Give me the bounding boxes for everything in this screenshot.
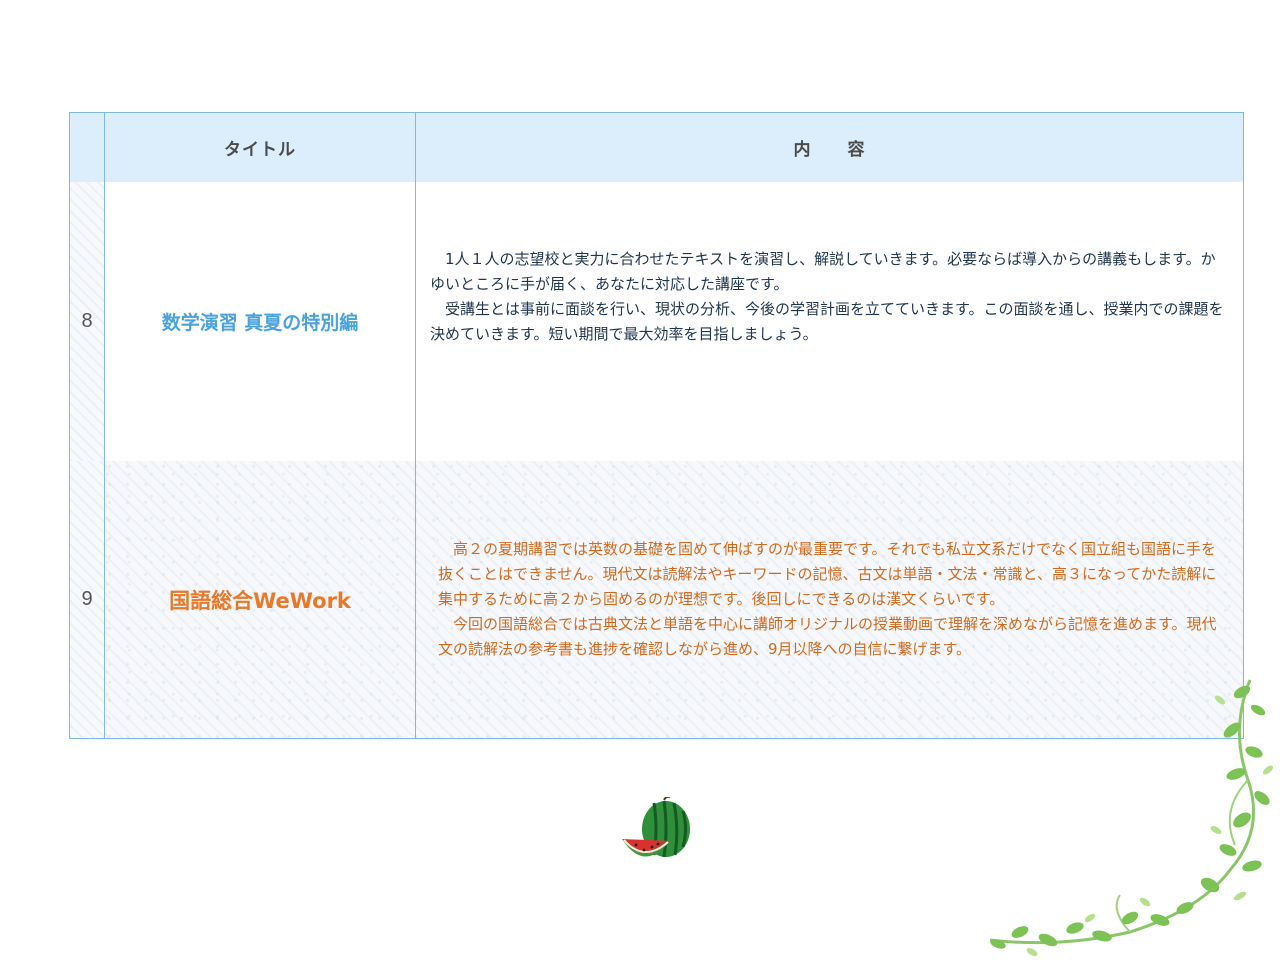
course-description: 高２の夏期講習では英数の基礎を固めて伸ばすのが最重要です。それでも私立文系だけで… [416, 537, 1243, 662]
row-number-cell: 8 [70, 182, 105, 461]
watermelon-icon [622, 797, 690, 858]
course-table: タイトル 内 容 8 数学演習 真夏の特別編 1人１人の志望校と実力に合わせたテ… [69, 112, 1244, 739]
row-number-cell: 9 [70, 461, 105, 738]
header-title-label: タイトル [224, 140, 296, 160]
course-title-cell: 数学演習 真夏の特別編 [105, 182, 416, 461]
description-paragraph: 高２の夏期講習では英数の基礎を固めて伸ばすのが最重要です。それでも私立文系だけで… [438, 540, 1217, 608]
vine-decoration [989, 679, 1273, 956]
description-paragraph: 受講生とは事前に面談を行い、現状の分析、今後の学習計画を立てていきます。この面談… [430, 299, 1224, 343]
header-title-cell: タイトル [105, 113, 416, 182]
course-description: 1人１人の志望校と実力に合わせたテキストを演習し、解説していきます。必要ならば導… [416, 247, 1243, 347]
header-content-label: 内 容 [793, 140, 866, 160]
course-title: 数学演習 真夏の特別編 [161, 312, 359, 334]
description-paragraph: 今回の国語総合では古典文法と単語を中心に講師オリジナルの授業動画で理解を深めなが… [438, 615, 1217, 658]
course-title-cell: 国語総合WeWork [105, 461, 416, 738]
table-row: 8 数学演習 真夏の特別編 1人１人の志望校と実力に合わせたテキストを演習し、解… [70, 182, 1243, 462]
header-number-cell [70, 113, 105, 182]
page: タイトル 内 容 8 数学演習 真夏の特別編 1人１人の志望校と実力に合わせたテ… [0, 0, 1280, 960]
row-number: 8 [81, 310, 93, 332]
course-content-cell: 1人１人の志望校と実力に合わせたテキストを演習し、解説していきます。必要ならば導… [416, 182, 1243, 461]
row-number: 9 [81, 588, 93, 610]
header-content-cell: 内 容 [416, 113, 1243, 182]
description-paragraph: 1人１人の志望校と実力に合わせたテキストを演習し、解説していきます。必要ならば導… [430, 249, 1216, 293]
course-title: 国語総合WeWork [169, 588, 351, 613]
table-header-row: タイトル 内 容 [70, 113, 1243, 183]
